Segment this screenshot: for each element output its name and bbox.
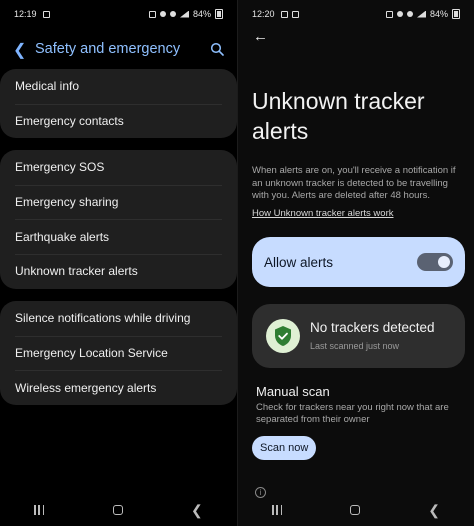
battery-percent: 84%: [429, 9, 448, 19]
menu-item-silence-notifications-driving[interactable]: Silence notifications while driving: [0, 301, 237, 336]
page-title: Safety and emergency: [35, 41, 181, 57]
page-title: Unknown tracker alerts: [252, 88, 425, 144]
status-subtitle: Last scanned just now: [310, 341, 400, 351]
nav-back-icon[interactable]: ❮: [428, 502, 440, 519]
shield-check-icon: [266, 319, 300, 353]
menu-item-emergency-sharing[interactable]: Emergency sharing: [0, 184, 237, 220]
how-it-works-link[interactable]: How Unknown tracker alerts work: [252, 208, 394, 219]
battery-percent: 84%: [192, 9, 211, 19]
gallery-icon: [280, 10, 288, 18]
recent-apps-icon[interactable]: [34, 505, 45, 515]
recent-apps-icon[interactable]: [272, 505, 283, 515]
battery-icon: [215, 9, 223, 19]
notification-icon: [42, 10, 50, 18]
mute-icon: [396, 11, 403, 17]
menu-item-emergency-sos[interactable]: Emergency SOS: [0, 150, 237, 185]
navigation-bar: ❮: [238, 494, 474, 526]
mute-icon: [159, 11, 166, 17]
status-title: No trackers detected: [310, 320, 435, 335]
alarm-icon: [385, 10, 393, 18]
left-screen: 12:19 84% ❮ Safety and emergency Medical…: [0, 0, 237, 526]
allow-alerts-toggle[interactable]: [417, 253, 453, 271]
nav-back-icon[interactable]: ❮: [191, 502, 203, 519]
settings-group-emergency: Emergency SOS Emergency sharing Earthqua…: [0, 150, 237, 289]
search-icon[interactable]: [210, 42, 224, 56]
allow-alerts-card[interactable]: Allow alerts: [252, 237, 465, 287]
menu-item-unknown-tracker-alerts[interactable]: Unknown tracker alerts: [0, 254, 237, 289]
status-bar: 12:20 84%: [238, 0, 474, 28]
status-bar: 12:19 84%: [0, 0, 237, 28]
notification-icon: [291, 10, 299, 18]
menu-item-medical-info[interactable]: Medical info: [0, 69, 237, 104]
settings-group-alerts: Silence notifications while driving Emer…: [0, 301, 237, 406]
right-screen: 12:20 84% ← Unknown tracker alerts When …: [237, 0, 474, 526]
signal-icon: [416, 10, 426, 18]
menu-item-earthquake-alerts[interactable]: Earthquake alerts: [0, 219, 237, 254]
menu-item-emergency-location-service[interactable]: Emergency Location Service: [0, 335, 237, 371]
manual-scan-heading: Manual scan: [256, 384, 330, 399]
manual-scan-description: Check for trackers near you right now th…: [256, 402, 449, 425]
menu-item-emergency-contacts[interactable]: Emergency contacts: [0, 103, 237, 139]
back-arrow-icon[interactable]: ←: [253, 28, 268, 45]
wifi-icon: [406, 11, 413, 17]
home-icon[interactable]: [350, 505, 361, 515]
signal-icon: [179, 10, 189, 18]
navigation-bar: ❮: [0, 494, 237, 526]
battery-icon: [452, 9, 460, 19]
alarm-icon: [148, 10, 156, 18]
scan-status-card: No trackers detected Last scanned just n…: [252, 304, 465, 368]
status-time: 12:20: [252, 9, 275, 19]
allow-alerts-label: Allow alerts: [264, 254, 334, 270]
back-chevron-icon[interactable]: ❮: [13, 40, 26, 60]
wifi-icon: [169, 11, 176, 17]
feature-description: When alerts are on, you'll receive a not…: [252, 165, 456, 201]
menu-item-wireless-emergency-alerts[interactable]: Wireless emergency alerts: [0, 370, 237, 405]
settings-group-medical: Medical info Emergency contacts: [0, 69, 237, 139]
scan-now-button[interactable]: Scan now: [252, 436, 317, 460]
status-time: 12:19: [14, 9, 37, 19]
home-icon[interactable]: [112, 505, 123, 515]
